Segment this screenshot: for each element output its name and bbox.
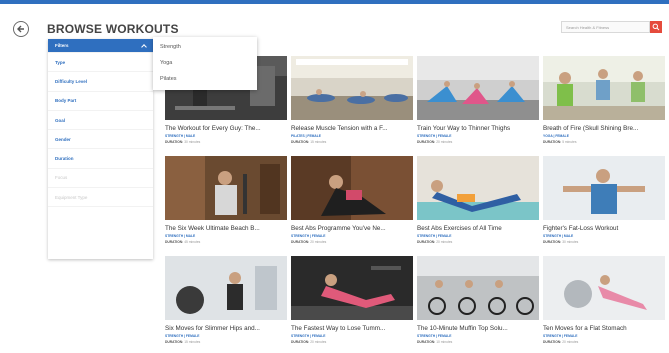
search-input[interactable]: Search Health & Fitness	[561, 21, 650, 33]
arrow-left-icon	[17, 25, 24, 33]
workout-title: Release Muscle Tension with a F...	[291, 125, 388, 132]
filter-item-duration[interactable]: Duration	[48, 149, 153, 169]
dropdown-option-pilates[interactable]: Pilates	[153, 71, 257, 87]
workout-category: STRENGTH | FEMALE	[417, 134, 452, 138]
workout-category: STRENGTH | MALE	[543, 234, 574, 238]
workout-card[interactable]: Train Your Way to Thinner Thighs STRENGT…	[417, 56, 539, 151]
workout-duration: DURATION: 10 minutes	[417, 340, 453, 344]
workout-title: Fighter's Fat-Loss Workout	[543, 225, 619, 232]
workout-thumbnail	[291, 256, 413, 320]
workout-thumbnail	[543, 156, 665, 220]
workout-title: Best Abs Exercises of All Time	[417, 225, 502, 232]
workout-card[interactable]: Best Abs Programme You've Ne... STRENGTH…	[291, 156, 413, 251]
workout-thumbnail	[417, 256, 539, 320]
chevron-up-icon	[141, 43, 147, 50]
workout-thumbnail	[543, 256, 665, 320]
workout-thumbnail	[291, 56, 413, 120]
workout-category: STRENGTH | MALE	[165, 234, 196, 238]
workout-duration: DURATION: 15 minutes	[291, 140, 327, 144]
back-button[interactable]	[13, 21, 29, 37]
filter-item-type[interactable]: Type	[48, 53, 153, 73]
filter-header[interactable]: Filters	[48, 39, 153, 53]
workout-category: STRENGTH | MALE	[165, 134, 196, 138]
workout-title: Breath of Fire (Skull Shining Bre...	[543, 125, 639, 132]
workout-title: The 10-Minute Muffin Top Solu...	[417, 325, 508, 332]
workout-duration: DURATION: 30 minutes	[165, 140, 201, 144]
workout-title: The Fastest Way to Lose Tumm...	[291, 325, 386, 332]
workout-card[interactable]: Release Muscle Tension with a F... PILAT…	[291, 56, 413, 151]
workout-category: STRENGTH | FEMALE	[543, 334, 578, 338]
filter-dropdown: Strength Yoga Pilates	[153, 37, 257, 90]
workout-thumbnail	[291, 156, 413, 220]
workout-duration: DURATION: 45 minutes	[165, 240, 201, 244]
workout-duration: DURATION: 5 minutes	[543, 140, 577, 144]
workout-thumbnail	[165, 256, 287, 320]
filter-panel: Filters Type Difficulty Level Body Part …	[48, 39, 153, 259]
workout-title: Best Abs Programme You've Ne...	[291, 225, 386, 232]
workout-title: The Six Week Ultimate Beach B...	[165, 225, 260, 232]
workout-card[interactable]: Best Abs Exercises of All Time STRENGTH …	[417, 156, 539, 251]
workout-duration: DURATION: 20 minutes	[543, 340, 579, 344]
workout-card[interactable]: Fighter's Fat-Loss Workout STRENGTH | MA…	[543, 156, 665, 251]
workout-card[interactable]: Six Moves for Slimmer Hips and... STRENG…	[165, 256, 287, 351]
workout-title: Six Moves for Slimmer Hips and...	[165, 325, 260, 332]
workout-title: Train Your Way to Thinner Thighs	[417, 125, 511, 132]
workout-title: Ten Moves for a Flat Stomach	[543, 325, 627, 332]
workout-duration: DURATION: 30 minutes	[543, 240, 579, 244]
workout-category: STRENGTH | FEMALE	[291, 234, 326, 238]
workout-category: STRENGTH | FEMALE	[291, 334, 326, 338]
workout-duration: DURATION: 20 minutes	[417, 240, 453, 244]
workout-duration: DURATION: 20 minutes	[291, 240, 327, 244]
filter-item-gender[interactable]: Gender	[48, 130, 153, 150]
workout-title: The Workout for Every Guy: The...	[165, 125, 261, 132]
workout-duration: DURATION: 20 minutes	[417, 140, 453, 144]
dropdown-option-yoga[interactable]: Yoga	[153, 55, 257, 71]
search-icon	[652, 23, 660, 31]
workout-card[interactable]: The 10-Minute Muffin Top Solu... STRENGT…	[417, 256, 539, 351]
workout-thumbnail	[165, 156, 287, 220]
top-accent-bar	[0, 0, 669, 4]
filter-item-difficulty[interactable]: Difficulty Level	[48, 72, 153, 92]
workout-duration: DURATION: 15 minutes	[165, 340, 201, 344]
workout-card[interactable]: Ten Moves for a Flat Stomach STRENGTH | …	[543, 256, 665, 351]
workout-category: YOGA | FEMALE	[543, 134, 569, 138]
filter-header-label: Filters	[55, 43, 69, 48]
filter-item-focus: Focus	[48, 169, 153, 189]
filter-item-body-part[interactable]: Body Part	[48, 92, 153, 111]
workout-card[interactable]: The Six Week Ultimate Beach B... STRENGT…	[165, 156, 287, 251]
search-button[interactable]	[650, 21, 662, 33]
workout-thumbnail	[543, 56, 665, 120]
filter-item-equipment: Equipment Type	[48, 188, 153, 208]
page-title: BROWSE WORKOUTS	[47, 22, 179, 36]
filter-item-goal[interactable]: Goal	[48, 111, 153, 131]
workout-card[interactable]: The Fastest Way to Lose Tumm... STRENGTH…	[291, 256, 413, 351]
workout-thumbnail	[417, 156, 539, 220]
dropdown-option-strength[interactable]: Strength	[153, 39, 257, 55]
workout-duration: DURATION: 20 minutes	[291, 340, 327, 344]
workout-category: STRENGTH | FEMALE	[165, 334, 200, 338]
workout-card[interactable]: Breath of Fire (Skull Shining Bre... YOG…	[543, 56, 665, 151]
workout-category: STRENGTH | FEMALE	[417, 234, 452, 238]
workout-thumbnail	[417, 56, 539, 120]
workout-category: PILATES | FEMALE	[291, 134, 321, 138]
workout-category: STRENGTH | FEMALE	[417, 334, 452, 338]
